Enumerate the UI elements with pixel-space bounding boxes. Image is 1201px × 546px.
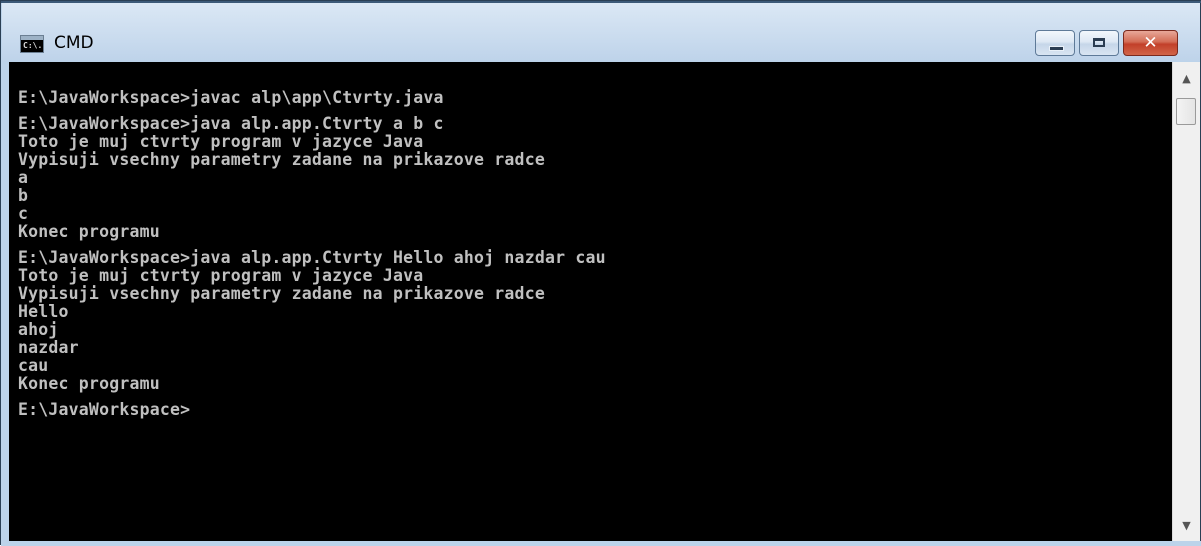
window-top-border [1, 1, 1201, 3]
console-line: b [18, 186, 29, 205]
minimize-button[interactable] [1035, 30, 1075, 56]
console-line: ahoj [18, 320, 59, 339]
console-line: E:\JavaWorkspace>javac alp\app\Ctvrty.ja… [18, 88, 444, 107]
console-output-area[interactable]: E:\JavaWorkspace>javac alp\app\Ctvrty.ja… [9, 62, 1172, 541]
console-line: nazdar [18, 338, 79, 357]
close-icon: ✕ [1143, 33, 1158, 53]
scroll-up-arrow-icon[interactable]: ▲ [1173, 68, 1200, 90]
console-line: c [18, 204, 29, 223]
console-line: Toto je muj ctvrty program v jazyce Java [18, 266, 424, 285]
cmd-window: C:\. CMD ✕ E:\JavaWorkspace>javac alp\ap… [0, 0, 1201, 546]
scrollbar-thumb[interactable] [1176, 98, 1196, 125]
console-line: E:\JavaWorkspace>java alp.app.Ctvrty Hel… [18, 248, 606, 267]
console-line: E:\JavaWorkspace> [18, 400, 191, 419]
console-line: Konec programu [18, 222, 160, 241]
maximize-icon [1093, 38, 1105, 47]
console-line: Toto je muj ctvrty program v jazyce Java [18, 132, 424, 151]
title-bar[interactable] [2, 3, 1200, 61]
maximize-button[interactable] [1079, 30, 1119, 56]
scroll-down-arrow-icon[interactable]: ▼ [1173, 515, 1200, 537]
console-line: E:\JavaWorkspace>java alp.app.Ctvrty a b… [18, 114, 444, 133]
vertical-scrollbar[interactable]: ▲ ▼ [1172, 62, 1200, 541]
console-line: Konec programu [18, 374, 160, 393]
minimize-icon [1049, 46, 1064, 51]
console-line: Vypisuji vsechny parametry zadane na pri… [18, 150, 545, 169]
console-line: cau [18, 356, 49, 375]
console-lines: E:\JavaWorkspace>javac alp\app\Ctvrty.ja… [18, 89, 606, 419]
console-line: Hello [18, 302, 69, 321]
window-title: CMD [54, 33, 94, 53]
console-line: Vypisuji vsechny parametry zadane na pri… [18, 284, 545, 303]
console-line: a [18, 168, 29, 187]
close-button[interactable]: ✕ [1123, 30, 1178, 56]
window-bottom-frame [1, 541, 1201, 546]
cmd-app-icon[interactable]: C:\. [20, 35, 44, 53]
